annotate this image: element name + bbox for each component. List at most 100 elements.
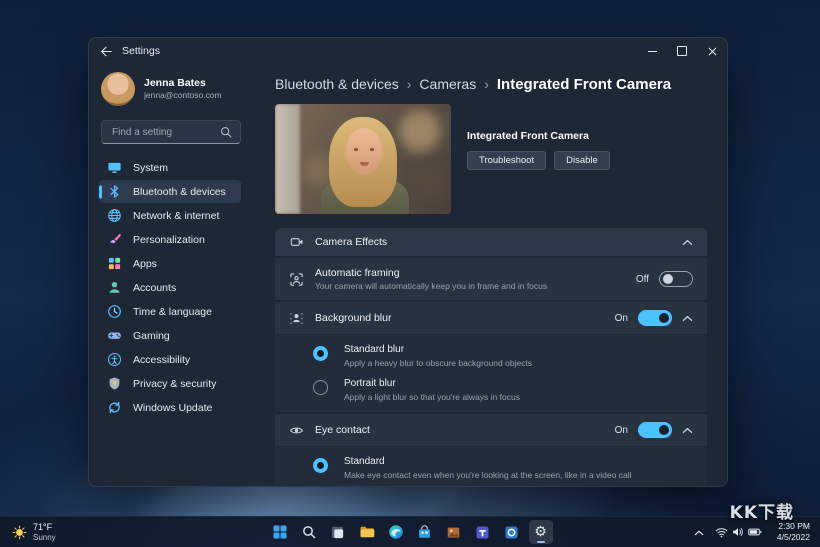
preview-bokeh [415,166,449,200]
user-account[interactable]: Jenna Bates jenna@contoso.com [99,68,251,110]
standard-blur-description: Apply a heavy blur to obscure background… [344,358,532,368]
chevron-up-icon[interactable] [682,315,693,322]
sidebar-item-personalization[interactable]: Personalization [99,228,241,251]
maximize-button[interactable] [667,38,697,64]
settings-taskbar-button[interactable]: ⚙ [529,520,553,544]
store-button[interactable] [413,520,437,544]
troubleshoot-button[interactable]: Troubleshoot [467,151,546,170]
camera-hero: Integrated Front Camera Troubleshoot Dis… [275,104,707,214]
eye-contact-toggle[interactable] [638,422,672,438]
sidebar-item-accessibility[interactable]: Accessibility [99,348,241,371]
photos-button[interactable] [442,520,466,544]
camera-info: Integrated Front Camera Troubleshoot Dis… [467,104,610,214]
gear-icon: ⚙ [534,525,547,539]
outlook-icon [504,525,519,540]
eye-contact-options: Standard Make eye contact even when you'… [275,447,707,487]
breadcrumb-cameras[interactable]: Cameras [419,76,476,92]
teams-button[interactable] [471,520,495,544]
sidebar-item-label: Bluetooth & devices [133,186,226,198]
breadcrumb-bluetooth-devices[interactable]: Bluetooth & devices [275,76,399,92]
automatic-framing-icon [289,272,304,287]
chevron-up-icon[interactable] [682,239,693,246]
radio-selected[interactable] [313,346,328,361]
avatar [101,72,135,106]
minimize-button[interactable] [637,38,667,64]
sidebar-item-gaming[interactable]: Gaming [99,324,241,347]
weather-widget[interactable]: 71°F Sunny [8,517,60,547]
sidebar-item-time-language[interactable]: Time & language [99,300,241,323]
sidebar-item-bluetooth-devices[interactable]: Bluetooth & devices [99,180,241,203]
sidebar: Jenna Bates jenna@contoso.com System [89,64,251,486]
windows-logo-icon [272,524,288,540]
sidebar-item-label: Personalization [133,234,205,246]
windows-update-icon [107,400,122,415]
taskbar: 71°F Sunny ⚙ [0,516,820,547]
camera-effects-title: Camera Effects [315,236,387,249]
sidebar-item-accounts[interactable]: Accounts [99,276,241,299]
sidebar-nav: System Bluetooth & devices Network & int… [99,156,251,419]
wifi-icon [715,527,728,538]
background-blur-state: On [615,313,628,324]
file-explorer-button[interactable] [355,520,379,544]
system-icon [107,160,122,175]
sidebar-item-apps[interactable]: Apps [99,252,241,275]
eye-contact-standard-option[interactable]: Standard Make eye contact even when you'… [313,451,693,485]
user-email: jenna@contoso.com [144,90,222,101]
radio-unselected[interactable] [313,380,328,395]
eye-contact-title: Eye contact [315,424,370,437]
disable-button[interactable]: Disable [554,151,610,170]
camera-preview [275,104,451,214]
back-button[interactable] [100,46,112,57]
background-blur-icon [289,311,304,326]
eye-contact-standard-description: Make eye contact even when you're lookin… [344,470,631,480]
automatic-framing-toggle[interactable] [659,271,693,287]
sidebar-item-privacy-security[interactable]: Privacy & security [99,372,241,395]
sidebar-item-label: Time & language [133,306,212,318]
outlook-button[interactable] [500,520,524,544]
breadcrumb: Bluetooth & devices › Cameras › Integrat… [275,74,707,94]
background-blur-toggle[interactable] [638,310,672,326]
eye-contact-row[interactable]: Eye contact On [275,414,707,446]
portrait-blur-description: Apply a light blur so that you're always… [344,392,520,402]
apps-icon [107,256,122,271]
chevron-up-icon[interactable] [682,427,693,434]
tray-status-icons[interactable] [711,524,766,541]
standard-blur-option[interactable]: Standard blur Apply a heavy blur to obsc… [313,339,693,373]
background-blur-row[interactable]: Background blur On [275,302,707,334]
close-button[interactable] [697,38,727,64]
start-button[interactable] [268,520,292,544]
background-blur-title: Background blur [315,312,391,325]
task-view-button[interactable] [326,520,350,544]
standard-blur-label: Standard blur [344,344,532,356]
sidebar-item-system[interactable]: System [99,156,241,179]
volume-icon [732,527,744,537]
radio-selected[interactable] [313,458,328,473]
sidebar-item-label: System [133,162,168,174]
eye-contact-icon [289,423,304,438]
automatic-framing-description: Your camera will automatically keep you … [315,281,547,291]
taskbar-search-button[interactable] [297,520,321,544]
background-blur-options: Standard blur Apply a heavy blur to obsc… [275,335,707,412]
chevron-right-icon: › [484,76,489,92]
tray-date: 4/5/2022 [777,532,810,543]
sidebar-item-network-internet[interactable]: Network & internet [99,204,241,227]
toggle-knob [663,274,673,284]
portrait-blur-option[interactable]: Portrait blur Apply a light blur so that… [313,373,693,407]
camera-effects-header[interactable]: Camera Effects [275,228,707,256]
chevron-right-icon: › [407,76,412,92]
sidebar-item-windows-update[interactable]: Windows Update [99,396,241,419]
gaming-icon [107,328,122,343]
edge-button[interactable] [384,520,408,544]
settings-content: Bluetooth & devices › Cameras › Integrat… [251,64,727,486]
task-view-icon [330,525,345,540]
eye-contact-standard-label: Standard [344,456,631,468]
sun-icon [12,525,27,540]
search-input[interactable] [110,126,220,139]
tray-chevron-up[interactable] [694,523,704,541]
search-icon [220,126,232,138]
chevron-up-icon [694,530,704,536]
weather-condition: Sunny [33,533,56,543]
sidebar-item-label: Apps [133,258,157,270]
camera-settings-cards: Camera Effects Automatic framing Your ca… [275,228,707,487]
bluetooth-icon [107,184,122,199]
